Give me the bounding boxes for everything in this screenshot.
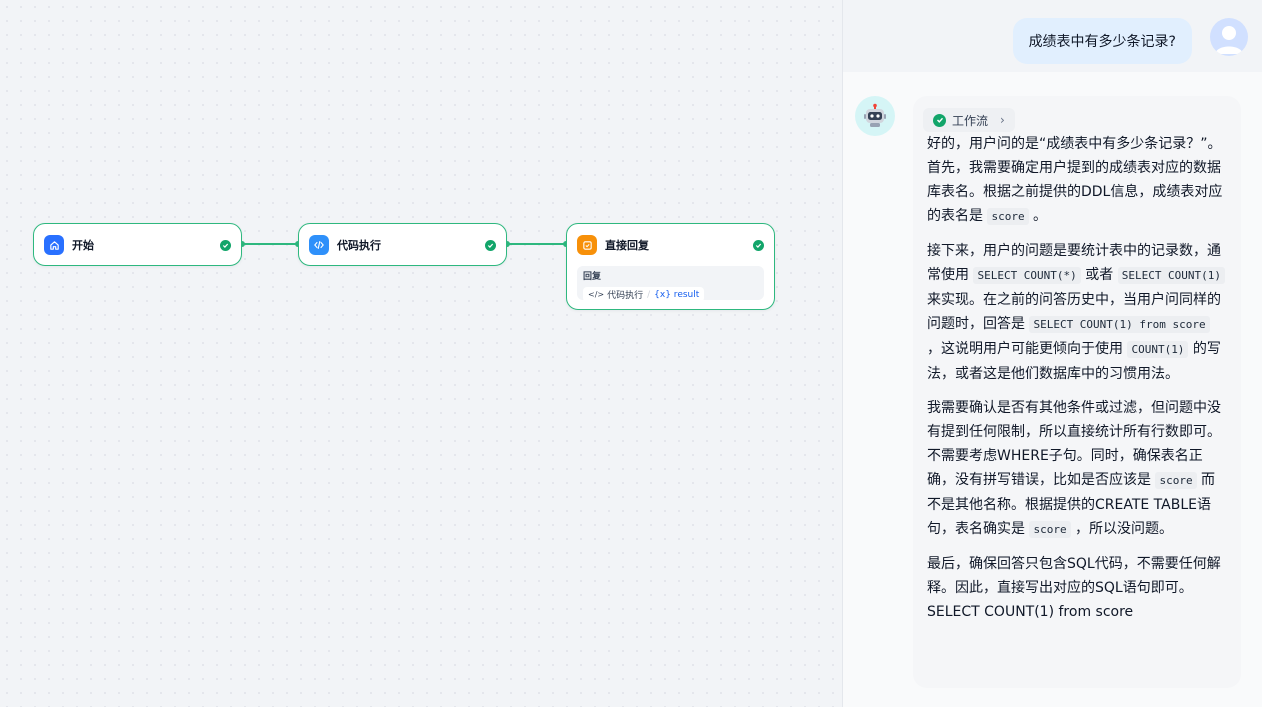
text-span: ，这说明用户可能更倾向于使用 (927, 341, 1128, 357)
inline-code: SELECT COUNT(*) (973, 267, 1081, 284)
user-avatar-icon (1210, 18, 1248, 56)
code-icon (309, 235, 329, 255)
edge-code-to-reply[interactable] (504, 241, 569, 247)
text-span: 。 (1028, 208, 1048, 224)
success-check-icon (753, 239, 764, 251)
text-span: 或者 (1080, 267, 1118, 283)
text-span: 最后，确保回答只包含SQL代码，不需要任何解释。因此，直接写出对应的SQL语句即… (927, 556, 1221, 596)
inline-code: SELECT COUNT(1) (1117, 267, 1226, 284)
node-start-title: 开始 (72, 239, 94, 252)
inline-code: score (987, 208, 1029, 225)
edge-start-to-code[interactable] (239, 241, 301, 247)
reply-content-box: 回复 </> 代码执行 / {x} result (577, 266, 764, 302)
code-icon: </> (588, 290, 605, 299)
answer-paragraph-2: 接下来，用户的问题是要统计表中的记录数，通常使用 SELECT COUNT(*)… (927, 239, 1227, 386)
variable-separator: / (647, 289, 651, 300)
node-code-exec[interactable]: 代码执行 (298, 223, 507, 266)
node-code-title: 代码执行 (337, 239, 381, 252)
success-check-icon (933, 113, 946, 127)
inline-code: COUNT(1) (1127, 341, 1189, 358)
workflow-trace-toggle[interactable]: 工作流 › (923, 108, 1015, 132)
node-reply-title: 直接回复 (605, 239, 649, 252)
user-message-text: 成绩表中有多少条记录? (1028, 34, 1176, 50)
chevron-right-icon: › (1000, 113, 1005, 127)
success-check-icon (220, 239, 231, 251)
variable-reference: </> 代码执行 / {x} result (583, 287, 705, 302)
answer-paragraph-4: 最后，确保回答只包含SQL代码，不需要任何解释。因此，直接写出对应的SQL语句即… (927, 552, 1227, 624)
answer-paragraph-1: 好的，用户问的是“成绩表中有多少条记录？”。首先，我需要确定用户提到的成绩表对应… (927, 132, 1227, 229)
node-direct-reply[interactable]: 直接回复 回复 </> 代码执行 / {x} result (566, 223, 775, 310)
inline-code: SELECT COUNT(1) from score (1029, 316, 1210, 333)
text-span: 好的，用户问的是“成绩表中有多少条记录？”。首先，我需要确定用户提到的成绩表对应… (927, 136, 1223, 224)
inline-code: score (1155, 472, 1197, 489)
success-check-icon (485, 239, 496, 251)
bot-avatar-icon (855, 96, 895, 136)
workflow-label: 工作流 (952, 113, 989, 128)
home-icon (44, 235, 64, 255)
reply-icon (577, 235, 597, 255)
text-span: ，所以没问题。 (1070, 521, 1174, 537)
reply-label: 回复 (583, 272, 602, 282)
inline-code: score (1029, 521, 1071, 538)
node-start[interactable]: 开始 (33, 223, 242, 266)
variable-node-name: 代码执行 (607, 291, 644, 301)
sql-answer-text: SELECT COUNT(1) from score (927, 604, 1134, 620)
variable-name: {x} result (654, 289, 700, 300)
workflow-canvas[interactable]: 开始 代码执行 直接回复 回复 </> 代码执行 / {x} result (0, 0, 842, 707)
chat-panel: 成绩表中有多少条记录? 工作流 › 好的，用户问的是“成绩表中有多少条记录？”。… (842, 0, 1262, 707)
bot-answer-bubble: 工作流 › 好的，用户问的是“成绩表中有多少条记录？”。首先，我需要确定用户提到… (913, 96, 1241, 688)
answer-paragraph-3: 我需要确认是否有其他条件或过滤，但问题中没有提到任何限制，所以直接统计所有行数即… (927, 396, 1227, 542)
user-message-bubble: 成绩表中有多少条记录? (1012, 18, 1192, 64)
